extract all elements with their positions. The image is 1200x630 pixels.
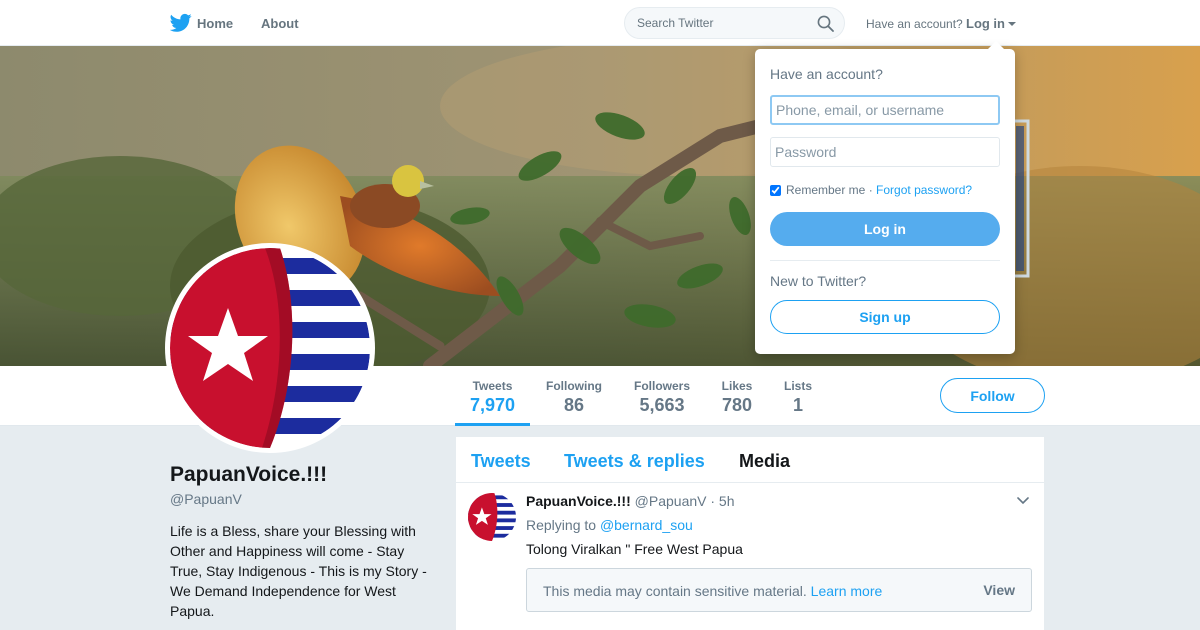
tab-tweets[interactable]: Tweets <box>471 451 531 472</box>
login-dropdown-toggle[interactable]: Log in <box>966 16 1016 31</box>
replying-to-prefix: Replying to <box>526 517 597 533</box>
nav-home-link[interactable]: Home <box>197 16 233 31</box>
stat-label: Likes <box>721 379 753 393</box>
morning-star-flag-image <box>468 493 516 541</box>
stat-tweets[interactable]: Tweets 7,970 <box>455 366 530 426</box>
remember-me-checkbox[interactable] <box>770 184 781 196</box>
new-to-twitter-text: New to Twitter? <box>770 273 867 289</box>
search-box[interactable] <box>624 7 845 39</box>
forgot-password-link[interactable]: Forgot password? <box>876 183 972 197</box>
dropdown-title: Have an account? <box>770 66 883 82</box>
search-input[interactable] <box>637 16 817 30</box>
tweet[interactable]: PapuanVoice.!!! @PapuanV · 5h Replying t… <box>456 483 1044 630</box>
avatar[interactable] <box>165 243 375 453</box>
remember-me-row: Remember me · Forgot password? <box>770 183 972 197</box>
replying-to-link[interactable]: @bernard_sou <box>600 517 693 533</box>
follow-button[interactable]: Follow <box>940 378 1045 413</box>
signup-button[interactable]: Sign up <box>770 300 1000 334</box>
stat-value: 1 <box>792 395 803 415</box>
tweet-avatar[interactable] <box>468 493 516 541</box>
tweet-header: PapuanVoice.!!! @PapuanV · 5h <box>526 493 735 509</box>
username-input[interactable] <box>770 95 1000 125</box>
password-input[interactable] <box>770 137 1000 167</box>
stat-value: 5,663 <box>639 395 685 415</box>
stat-value: 86 <box>563 395 585 415</box>
login-dropdown: Have an account? Remember me · Forgot pa… <box>755 41 1015 354</box>
morning-star-flag-image <box>170 248 370 448</box>
timeline: Tweets Tweets & replies Media PapuanVoic… <box>456 437 1044 630</box>
tab-media[interactable]: Media <box>739 451 790 472</box>
stat-value: 7,970 <box>469 395 516 415</box>
profile-bio: Life is a Bless, share your Blessing wit… <box>170 523 427 619</box>
stat-value: 780 <box>721 395 753 415</box>
divider <box>770 260 1000 261</box>
tweet-text: Tolong Viralkan " Free West Papua <box>526 541 743 557</box>
stat-label: Tweets <box>472 379 513 393</box>
profile-handle[interactable]: @PapuanV <box>170 491 242 507</box>
nav-about-link[interactable]: About <box>261 16 299 31</box>
search-icon[interactable] <box>817 15 834 32</box>
stat-followers[interactable]: Followers 5,663 <box>630 366 694 426</box>
sensitive-message-text: This media may contain sensitive materia… <box>543 583 807 599</box>
tab-tweets-and-replies[interactable]: Tweets & replies <box>564 451 705 472</box>
sensitive-media-notice: This media may contain sensitive materia… <box>526 568 1032 612</box>
have-account-text: Have an account? <box>866 17 963 31</box>
twitter-bird-icon[interactable] <box>170 13 192 33</box>
tweet-replying-to: Replying to @bernard_sou <box>526 517 693 533</box>
separator-dot: · <box>868 183 873 197</box>
view-media-button[interactable]: View <box>983 582 1015 598</box>
sensitive-message: This media may contain sensitive materia… <box>543 583 882 599</box>
login-button[interactable]: Log in <box>770 212 1000 246</box>
timeline-tabs: Tweets Tweets & replies Media <box>456 437 1044 483</box>
stat-lists[interactable]: Lists 1 <box>779 366 817 426</box>
profile-name[interactable]: PapuanVoice.!!! <box>170 463 327 487</box>
stat-label: Lists <box>783 379 812 393</box>
remember-me-label[interactable]: Remember me <box>786 183 865 197</box>
stat-label: Followers <box>633 379 690 393</box>
chevron-down-icon[interactable] <box>1017 497 1029 505</box>
stat-label: Following <box>546 379 602 393</box>
caret-down-icon <box>1008 22 1016 26</box>
tweet-author-handle[interactable]: @PapuanV <box>635 493 707 509</box>
top-navigation: Home About Have an account? Log in <box>0 0 1200 46</box>
stat-following[interactable]: Following 86 <box>542 366 606 426</box>
learn-more-link[interactable]: Learn more <box>811 583 883 599</box>
stat-likes[interactable]: Likes 780 <box>715 366 759 426</box>
tweet-timestamp[interactable]: · 5h <box>710 493 734 509</box>
tweet-author-name[interactable]: PapuanVoice.!!! <box>526 493 631 509</box>
login-toggle-label: Log in <box>966 16 1005 31</box>
